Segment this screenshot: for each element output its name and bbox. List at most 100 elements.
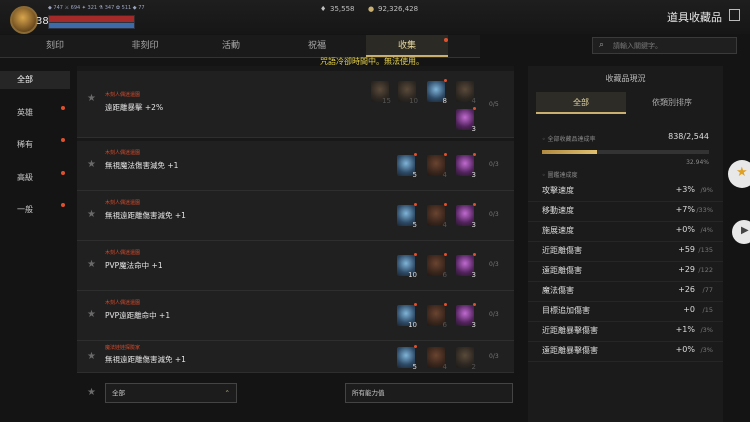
character-stats: ◆ 747 ⚔ 694 ✦ 321 ⚗ 347 ✿ 511 ◆ 77	[48, 5, 145, 11]
next-button[interactable]: ▶	[732, 220, 750, 244]
collection-name: 無視魔法傷害減免 +1	[105, 161, 179, 170]
collection-count: 0/3	[489, 353, 499, 360]
collection-row[interactable]: ★ 木刻人偶迷還園 無視遠距離傷害減免 +1 5 4 3 0/3	[77, 191, 514, 241]
collection-count: 0/3	[489, 311, 499, 318]
stat-label: 遠距離暴擊傷害	[542, 346, 598, 355]
collection-row[interactable]: ★ 木刻人偶迷還園 PVP遠距離命中 +1 10 6 3 0/3	[77, 291, 514, 341]
rare-alert-dot	[61, 138, 65, 142]
category-hero[interactable]: 英雄	[0, 104, 70, 122]
favorite-filter-star-icon[interactable]: ★	[87, 387, 96, 398]
stat-value: +29	[678, 265, 695, 274]
favorite-star-icon[interactable]: ★	[87, 159, 96, 170]
stat-value: +0	[683, 305, 695, 314]
stat-label: 近距離暴擊傷害	[542, 326, 598, 335]
tab-blessing[interactable]: 祝福	[262, 35, 372, 57]
item-slot[interactable]: 2	[456, 347, 476, 371]
stat-label: 魔法傷害	[542, 286, 574, 295]
favorite-star-icon[interactable]: ★	[87, 309, 96, 320]
stat-row: 目標追加傷害 +0/15	[528, 300, 723, 322]
item-slot[interactable]: 5	[397, 203, 417, 229]
grade-filter-select[interactable]: 全部 ⌃	[105, 383, 237, 403]
collection-count: 0/3	[489, 211, 499, 218]
item-slot[interactable]: 4	[456, 81, 476, 105]
gold-coin-icon: ●	[368, 5, 375, 13]
favorite-star-icon[interactable]: ★	[87, 209, 96, 220]
collection-source: 木刻人偶迷還園	[105, 250, 141, 256]
ability-filter-select[interactable]: 所有能力值	[345, 383, 513, 403]
item-slot[interactable]: 3	[456, 203, 476, 229]
collection-list: ★ 木刻人偶迷還園 遠距離暴擊 +2% 15 10 8 4 3 0/5 ★ 木刻…	[77, 66, 514, 373]
stat-label: 移動速度	[542, 206, 574, 215]
collection-count: 0/3	[489, 261, 499, 268]
item-slot[interactable]: 3	[456, 303, 476, 329]
category-all[interactable]: 全部	[0, 71, 70, 89]
stat-value: +3%	[675, 185, 695, 194]
item-slot[interactable]: 10	[398, 81, 418, 105]
panel-title: 收藏品現況	[605, 74, 646, 83]
item-slot[interactable]: 3	[456, 107, 476, 133]
collection-row[interactable]: ★ 木刻人偶迷還園 遠距離暴擊 +2% 15 10 8 4 3 0/5	[77, 71, 514, 138]
stat-row: 遠距離傷害 +29/122	[528, 260, 723, 282]
stat-max: /15	[702, 306, 713, 314]
stat-value: +0%	[675, 225, 695, 234]
stat-value: +59	[678, 245, 695, 254]
item-slot[interactable]: 5	[397, 345, 417, 371]
stat-max: /4%	[700, 226, 713, 234]
collection-row[interactable]: ★ 魔法娃娃探險家 無視遠距離傷害減免 +1 5 4 2 0/3	[77, 341, 514, 373]
collection-row[interactable]: ★ 木刻人偶迷還園 PVP魔法命中 +1 10 6 3 0/3	[77, 241, 514, 291]
stat-row: 施展速度 +0% /4%	[528, 220, 723, 242]
item-slot[interactable]: 8	[427, 79, 447, 105]
collection-source: 木刻人偶迷還園	[105, 92, 141, 98]
item-slot[interactable]: 10	[397, 303, 417, 329]
favorite-star-icon[interactable]: ★	[87, 259, 96, 270]
item-slot[interactable]: 6	[427, 303, 447, 329]
stat-max: /135	[698, 246, 713, 254]
completion-progress-bar	[542, 150, 709, 154]
search-icon: ⌕	[599, 40, 605, 50]
filter-bar: ★ 全部 ⌃ 所有能力值	[77, 381, 514, 405]
favorite-star-icon[interactable]: ★	[87, 93, 96, 104]
item-slot[interactable]: 4	[427, 347, 447, 371]
top-bar: 38 ◆ 747 ⚔ 694 ✦ 321 ⚗ 347 ✿ 511 ◆ 77 ♦ …	[0, 0, 750, 34]
stat-max: /122	[698, 266, 713, 274]
play-icon: ▶	[741, 225, 749, 236]
tab-panel-by-category[interactable]: 依類別排序	[626, 92, 718, 114]
item-slot[interactable]: 4	[427, 153, 447, 179]
collection-name: PVP魔法命中 +1	[105, 261, 163, 270]
item-slot[interactable]: 10	[397, 253, 417, 279]
chevron-up-icon: ⌃	[224, 389, 230, 397]
item-slot[interactable]: 4	[427, 203, 447, 229]
item-slot[interactable]: 15	[371, 81, 391, 105]
character-avatar[interactable]	[10, 6, 38, 34]
collection-name: PVP遠距離命中 +1	[105, 311, 171, 320]
stat-row: 近距離傷害 +59/135	[528, 240, 723, 262]
favorite-shortcut-button[interactable]: ★	[728, 160, 750, 188]
completion-label: ◦ 全部收藏品達成率	[542, 136, 596, 143]
star-icon: ★	[736, 165, 748, 180]
stat-label: 目標追加傷害	[542, 306, 590, 315]
item-slot[interactable]: 3	[456, 253, 476, 279]
stat-row: 攻擊速度 +3% /9%	[528, 180, 723, 202]
item-slot[interactable]: 6	[427, 253, 447, 279]
collection-source: 木刻人偶迷還園	[105, 150, 141, 156]
category-rare[interactable]: 稀有	[0, 136, 70, 154]
tab-collection[interactable]: 收集	[366, 35, 448, 57]
grade-filter-value: 全部	[112, 389, 125, 397]
category-normal[interactable]: 一般	[0, 201, 70, 219]
collection-count: 0/5	[489, 101, 499, 108]
exit-icon[interactable]	[729, 9, 740, 21]
collection-row[interactable]: ★ 木刻人偶迷還園 無視魔法傷害減免 +1 5 4 3 0/3	[77, 141, 514, 191]
tab-panel-all[interactable]: 全部	[536, 92, 626, 114]
collection-name: 無視遠距離傷害減免 +1	[105, 355, 186, 364]
item-slot[interactable]: 3	[456, 153, 476, 179]
ability-filter-value: 所有能力值	[352, 389, 385, 397]
tab-alert-dot	[444, 38, 448, 42]
category-advanced[interactable]: 高級	[0, 169, 70, 187]
collection-name: 無視遠距離傷害減免 +1	[105, 211, 186, 220]
main-tabs: 刻印 非刻印 活動 祝福 收集	[0, 35, 480, 58]
collection-name: 遠距離暴擊 +2%	[105, 103, 164, 112]
favorite-star-icon[interactable]: ★	[87, 351, 96, 362]
category-completion-label: ◦ 圖鑑達成度	[542, 172, 578, 179]
search-input[interactable]: ⌕ 請輸入關鍵字。	[592, 37, 737, 54]
item-slot[interactable]: 5	[397, 153, 417, 179]
